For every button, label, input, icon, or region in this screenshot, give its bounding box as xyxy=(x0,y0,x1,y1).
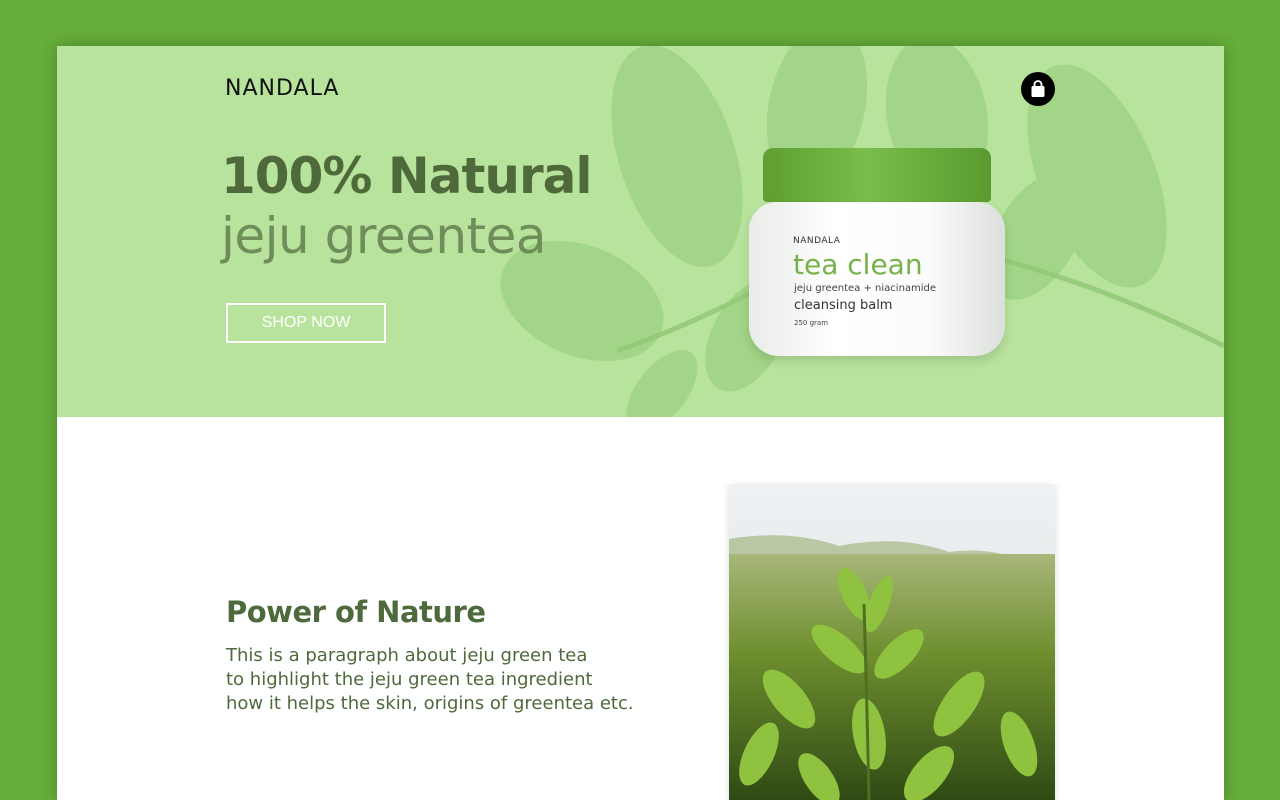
shopping-bag-icon xyxy=(1031,80,1045,97)
landing-page: NANDALA 100% Natural jeju greentea SHOP … xyxy=(57,46,1224,800)
jar-product-type: cleansing balm xyxy=(794,298,893,313)
tea-plantation-photo xyxy=(729,484,1055,800)
jar-brand-label: NANDALA xyxy=(793,236,841,246)
hero-banner: NANDALA 100% Natural jeju greentea SHOP … xyxy=(57,46,1224,417)
jar-weight: 250 gram xyxy=(794,319,829,327)
jar-ingredients: jeju greentea + niacinamide xyxy=(794,283,937,294)
product-jar-image: NANDALA tea clean jeju greentea + niacin… xyxy=(747,144,1007,360)
feature-paragraph-line: to highlight the jeju green tea ingredie… xyxy=(226,669,593,690)
jar-product-name: tea clean xyxy=(793,248,923,281)
brand-logo[interactable]: NANDALA xyxy=(225,76,339,101)
jar-lid xyxy=(763,148,991,202)
feature-paragraph: This is a paragraph about jeju green tea… xyxy=(226,644,656,716)
hero-subheadline: jeju greentea xyxy=(221,207,547,265)
hero-headline: 100% Natural xyxy=(221,147,592,205)
shop-now-button[interactable]: SHOP NOW xyxy=(226,303,386,343)
cart-button[interactable] xyxy=(1021,72,1055,106)
feature-title: Power of Nature xyxy=(226,595,486,629)
feature-paragraph-line: how it helps the skin, origins of greent… xyxy=(226,693,634,714)
feature-paragraph-line: This is a paragraph about jeju green tea xyxy=(226,645,588,666)
